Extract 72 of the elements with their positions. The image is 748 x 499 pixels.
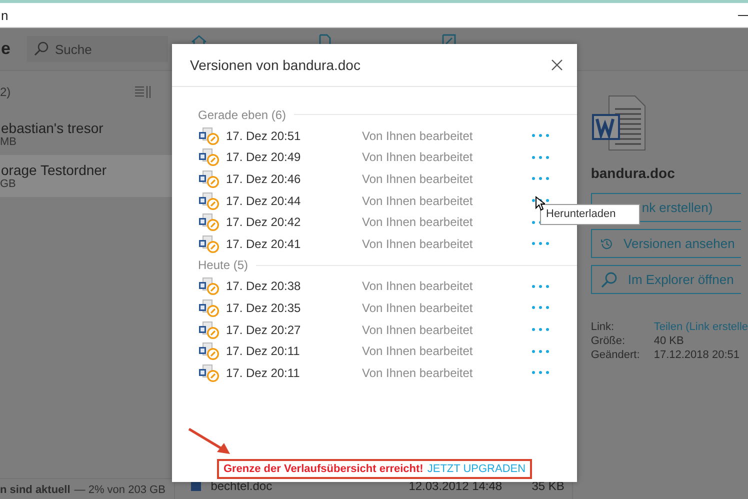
word-document-icon — [190, 479, 203, 491]
version-editor: Von Ihnen bearbeitet — [362, 366, 474, 380]
annotation-arrow — [188, 428, 232, 456]
group-header: Gerade eben (6) — [198, 108, 286, 122]
app-title: e — [1, 39, 12, 59]
version-time: 17. Dez 20:49 — [226, 150, 302, 164]
share-link[interactable]: Teilen (Link erstelle — [654, 321, 748, 333]
file-title: bandura.doc — [590, 165, 676, 181]
version-time: 17. Dez 20:38 — [226, 279, 302, 294]
version-editor: Von Ihnen bearbeitet — [362, 322, 474, 337]
version-editor: Von Ihnen bearbeitet — [362, 172, 474, 186]
info-label: Geändert: — [590, 349, 641, 361]
sync-status: n sind aktuell — [0, 484, 70, 496]
storage-usage: — 2% von 203 GB — [74, 484, 166, 496]
document-edit-icon — [198, 213, 220, 232]
version-time: 17. Dez 20:42 — [226, 215, 302, 230]
info-value: 40 KB — [654, 335, 685, 347]
version-editor: Von Ihnen bearbeitet — [362, 150, 474, 164]
search-icon — [600, 270, 618, 288]
cursor-icon — [535, 196, 545, 211]
version-editor: Von Ihnen bearbeitet — [362, 300, 474, 315]
version-time: 17. Dez 20:27 — [226, 322, 302, 337]
version-time: 17. Dez 20:41 — [226, 236, 302, 251]
minimize-button[interactable] — [738, 14, 748, 16]
document-edit-icon — [198, 298, 220, 317]
version-editor: Von Ihnen bearbeitet — [362, 215, 474, 230]
explorer-button[interactable]: Im Explorer öffnen — [590, 265, 741, 294]
document-edit-icon — [198, 277, 220, 296]
version-editor: Von Ihnen bearbeitet — [362, 344, 474, 358]
document-edit-icon — [198, 342, 220, 360]
document-edit-icon — [198, 320, 220, 339]
version-editor: Von Ihnen bearbeitet — [362, 194, 474, 208]
document-edit-icon — [198, 148, 220, 166]
close-button[interactable] — [551, 59, 563, 71]
version-time: 17. Dez 20:51 — [226, 128, 302, 143]
file-size: 35 KB — [532, 479, 564, 493]
info-label: Link: — [590, 321, 616, 333]
document-edit-icon — [198, 234, 220, 253]
group-header: Heute (5) — [198, 258, 248, 272]
upgrade-link[interactable]: JETZT UPGRADEN — [427, 463, 526, 475]
folder-count: 2) — [0, 85, 11, 99]
info-value: 17.12.2018 20:51 — [654, 349, 740, 361]
vault-item[interactable]: ebastian's tresor MB — [0, 113, 174, 155]
search-field[interactable]: Suche — [27, 36, 168, 62]
document-edit-icon — [198, 170, 220, 188]
file-name: bechtel.doc — [210, 479, 274, 493]
version-time: 17. Dez 20:46 — [226, 172, 302, 186]
vault-name: orage Testordner — [1, 162, 108, 178]
versions-button[interactable]: Versionen ansehen — [590, 229, 741, 258]
dialog-title: Versionen von bandura.doc — [190, 57, 360, 73]
version-time: 17. Dez 20:35 — [226, 300, 302, 315]
sort-icon[interactable] — [134, 85, 152, 99]
document-edit-icon — [198, 126, 220, 145]
version-time: 17. Dez 20:11 — [226, 344, 301, 358]
tooltip: Herunterladen — [540, 204, 640, 225]
version-time: 17. Dez 20:44 — [226, 194, 302, 208]
vault-name: ebastian's tresor — [1, 120, 104, 136]
version-editor: Von Ihnen bearbeitet — [362, 236, 474, 251]
vault-size: GB — [0, 178, 17, 190]
version-editor: Von Ihnen bearbeitet — [362, 128, 474, 143]
search-icon — [33, 41, 49, 57]
limit-warning: Grenze der Verlaufsübersicht erreicht! — [223, 463, 424, 475]
version-time: 17. Dez 20:11 — [226, 366, 301, 380]
window-title: n — [1, 8, 8, 22]
vault-size: MB — [0, 136, 18, 148]
word-document-icon — [590, 95, 647, 151]
document-edit-icon — [198, 192, 220, 210]
vault-item[interactable]: orage Testordner GB — [0, 155, 174, 197]
document-edit-icon — [198, 364, 220, 382]
version-editor: Von Ihnen bearbeitet — [362, 279, 474, 294]
file-date: 12.03.2012 14:48 — [408, 479, 504, 493]
info-label: Größe: — [590, 335, 626, 347]
